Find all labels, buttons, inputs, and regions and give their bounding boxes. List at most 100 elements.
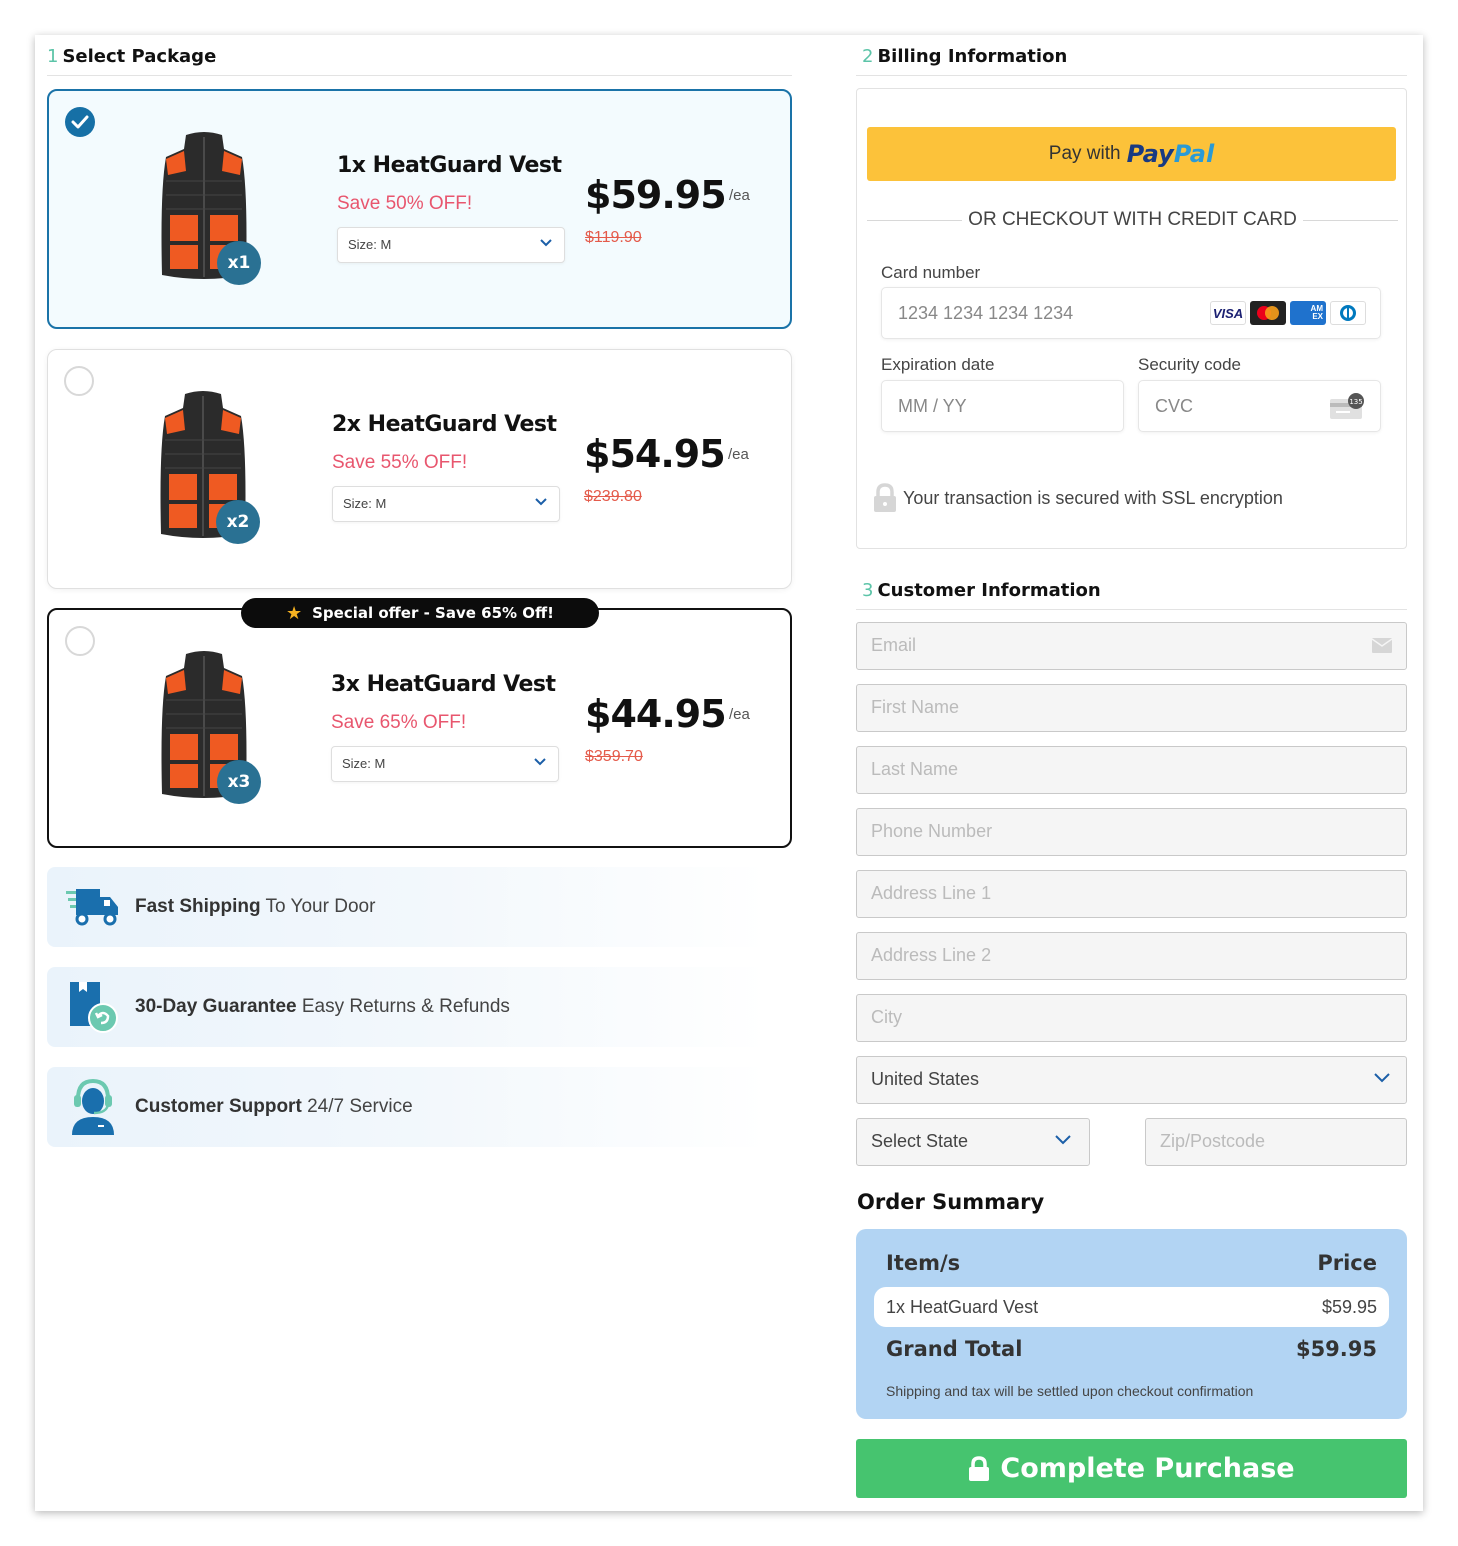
order-summary-title: Order Summary: [857, 1190, 1045, 1214]
package-option-2[interactable]: x2 2x HeatGuard Vest Save 55% OFF! Size:…: [47, 349, 792, 589]
order-line-item: 1x HeatGuard Vest $59.95: [874, 1287, 1389, 1327]
ssl-notice: Your transaction is secured with SSL enc…: [873, 483, 1283, 513]
visa-icon: VISA: [1210, 301, 1246, 325]
step-number: 3: [862, 580, 874, 601]
chevron-down-icon: [534, 758, 546, 766]
feature-subtitle: Easy Returns & Refunds: [301, 996, 510, 1017]
zip-input[interactable]: Zip/Postcode: [1145, 1118, 1407, 1166]
mastercard-icon: [1250, 301, 1286, 325]
phone-placeholder: Phone Number: [871, 821, 993, 841]
lock-icon: [969, 1455, 990, 1481]
size-dropdown[interactable]: Size: M: [337, 227, 565, 263]
step-number: 2: [862, 46, 874, 67]
expiry-label: Expiration date: [881, 355, 995, 374]
size-dropdown[interactable]: Size: M: [331, 746, 559, 782]
city-placeholder: City: [871, 1007, 902, 1027]
section-title: Billing Information: [877, 46, 1068, 67]
amex-icon: AM EX: [1290, 301, 1326, 325]
feature-title: 30-Day Guarantee: [135, 996, 297, 1017]
email-input[interactable]: Email: [856, 622, 1407, 670]
envelope-icon: [1372, 638, 1392, 653]
price-column-header: Price: [1317, 1251, 1377, 1275]
price-unit: /ea: [729, 187, 750, 204]
package-option-1[interactable]: x1 1x HeatGuard Vest Save 50% OFF! Size:…: [47, 89, 792, 329]
paypal-prefix: Pay with: [1048, 143, 1121, 164]
grand-total-label: Grand Total: [886, 1337, 1023, 1361]
items-column-header: Item/s: [886, 1251, 961, 1275]
last-name-input[interactable]: Last Name: [856, 746, 1407, 794]
section-title: Select Package: [62, 46, 217, 67]
feature-title: Fast Shipping: [135, 896, 261, 917]
original-price: $119.90: [585, 229, 642, 246]
first-name-placeholder: First Name: [871, 697, 960, 717]
package-discount: Save 55% OFF!: [332, 452, 468, 473]
complete-purchase-button[interactable]: Complete Purchase: [856, 1439, 1407, 1498]
expiry-input[interactable]: MM / YY: [881, 380, 1124, 432]
package-title: 3x HeatGuard Vest: [331, 672, 556, 697]
feature-guarantee: 30-Day Guarantee Easy Returns & Refunds: [47, 967, 767, 1047]
truck-icon: [65, 877, 121, 937]
or-divider-text: OR CHECKOUT WITH CREDIT CARD: [968, 209, 1297, 230]
first-name-input[interactable]: First Name: [856, 684, 1407, 732]
section-header-package: 1 Select Package: [47, 46, 792, 76]
star-icon: ★: [285, 602, 303, 624]
state-value: Select State: [871, 1131, 969, 1151]
card-number-input[interactable]: 1234 1234 1234 1234 VISA AM EX: [881, 287, 1381, 339]
line-item-name: 1x HeatGuard Vest: [886, 1297, 1039, 1317]
city-input[interactable]: City: [856, 994, 1407, 1042]
expiry-placeholder: MM / YY: [898, 396, 967, 416]
address-line1-input[interactable]: Address Line 1: [856, 870, 1407, 918]
address-line1-placeholder: Address Line 1: [871, 883, 992, 903]
quantity-badge: x2: [216, 500, 260, 544]
billing-panel: Pay with PayPal OR CHECKOUT WITH CREDIT …: [856, 88, 1407, 549]
cvc-label: Security code: [1138, 355, 1241, 374]
email-placeholder: Email: [871, 635, 917, 655]
package-option-3[interactable]: ★ Special offer - Save 65% Off! x3 3x He…: [47, 598, 792, 848]
banner-text: Special offer - Save 65% Off!: [312, 604, 555, 622]
cvc-input[interactable]: CVC 135: [1138, 380, 1381, 432]
chevron-down-icon: [535, 498, 547, 506]
package-discount: Save 50% OFF!: [337, 193, 473, 214]
shipping-tax-note: Shipping and tax will be settled upon ch…: [886, 1383, 1254, 1399]
grand-total-value: $59.95: [1295, 1337, 1377, 1361]
original-price: $359.70: [585, 748, 643, 765]
size-value: Size: M: [348, 237, 392, 252]
phone-input[interactable]: Phone Number: [856, 808, 1407, 856]
or-divider: OR CHECKOUT WITH CREDIT CARD: [867, 209, 1398, 233]
checkmark-icon: [71, 115, 89, 129]
quantity-badge: x1: [217, 241, 261, 285]
package-price: $59.95: [585, 173, 727, 217]
last-name-placeholder: Last Name: [871, 759, 959, 779]
address-line2-input[interactable]: Address Line 2: [856, 932, 1407, 980]
support-agent-icon: [65, 1077, 121, 1137]
package-radio[interactable]: [65, 626, 95, 656]
size-dropdown[interactable]: Size: M: [332, 486, 560, 522]
section-header-billing: 2 Billing Information: [856, 46, 1407, 76]
card-number-label: Card number: [881, 263, 981, 282]
package-title: 1x HeatGuard Vest: [337, 153, 562, 178]
ssl-text: Your transaction is secured with SSL enc…: [903, 487, 1283, 508]
paypal-logo: PayPal: [1126, 140, 1215, 168]
price-unit: /ea: [728, 446, 749, 463]
feature-shipping: Fast Shipping To Your Door: [47, 867, 767, 947]
return-box-icon: [65, 977, 121, 1037]
cvc-placeholder: CVC: [1155, 396, 1194, 416]
package-price: $44.95: [585, 692, 727, 736]
package-radio-checked[interactable]: [65, 107, 95, 137]
feature-support: Customer Support 24/7 Service: [47, 1067, 767, 1147]
country-value: United States: [871, 1069, 980, 1089]
feature-title: Customer Support: [135, 1096, 302, 1117]
package-radio[interactable]: [64, 366, 94, 396]
feature-subtitle: 24/7 Service: [307, 1096, 413, 1117]
original-price: $239.80: [584, 488, 642, 505]
package-title: 2x HeatGuard Vest: [332, 412, 557, 437]
section-header-customer: 3 Customer Information: [856, 580, 1407, 610]
state-select[interactable]: Select State: [856, 1118, 1090, 1166]
zip-placeholder: Zip/Postcode: [1160, 1131, 1266, 1151]
package-price: $54.95: [584, 432, 726, 476]
card-brand-icons: VISA AM EX: [1210, 301, 1366, 325]
paypal-button[interactable]: Pay with PayPal: [867, 127, 1396, 181]
step-number: 1: [47, 46, 59, 67]
package-discount: Save 65% OFF!: [331, 712, 467, 733]
country-select[interactable]: United States: [856, 1056, 1407, 1104]
